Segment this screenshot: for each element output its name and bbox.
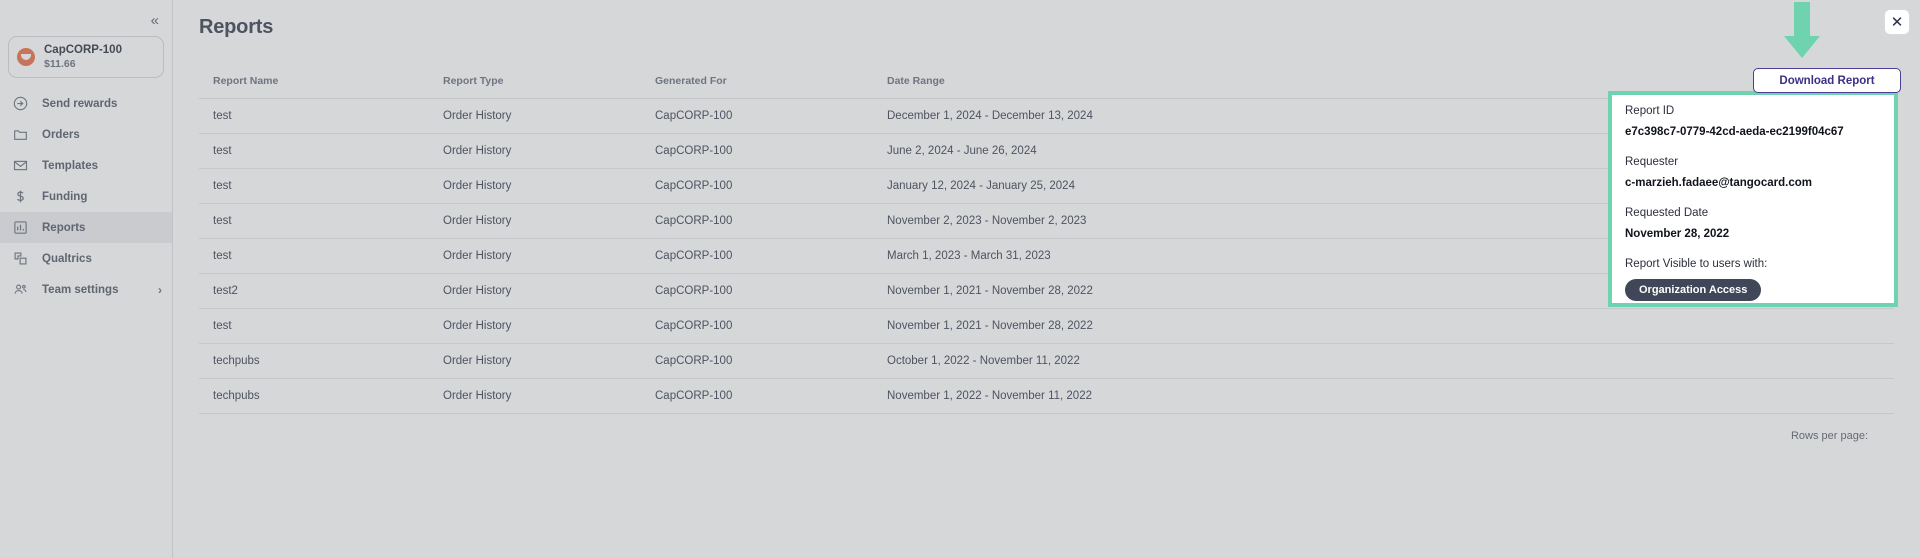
- requested-date-value: November 28, 2022: [1625, 228, 1730, 240]
- layers-icon: [12, 250, 29, 267]
- cell-report-name: test: [199, 133, 429, 169]
- page-title: Reports: [199, 16, 274, 38]
- cell-generated-for: CapCORP-100: [641, 238, 873, 274]
- visibility-group: Report Visible to users with: Organizati…: [1625, 258, 1882, 301]
- account-balance: $11.66: [44, 57, 76, 70]
- down-arrow-annotation-icon: [1780, 2, 1824, 58]
- cell-generated-for: CapCORP-100: [641, 133, 873, 169]
- close-icon[interactable]: ✕: [1884, 9, 1910, 35]
- sidebar-item-label: Send rewards: [42, 97, 118, 110]
- cell-date-range: October 1, 2022 - November 11, 2022: [873, 343, 1894, 379]
- cell-generated-for: CapCORP-100: [641, 378, 873, 414]
- requester-value: c-marzieh.fadaee@tangocard.com: [1625, 177, 1812, 189]
- cell-report-type: Order History: [429, 238, 641, 274]
- cell-generated-for: CapCORP-100: [641, 203, 873, 239]
- app-root: « CapCORP-100 $11.66 Send rewards Orders…: [0, 0, 1920, 558]
- envelope-icon: [12, 157, 29, 174]
- dollar-icon: [12, 188, 29, 205]
- column-header-report-type[interactable]: Report Type: [429, 69, 641, 99]
- account-switcher[interactable]: CapCORP-100 $11.66: [8, 36, 164, 78]
- cell-report-name: test: [199, 98, 429, 134]
- sidebar-item-team-settings[interactable]: Team settings ›: [0, 274, 172, 305]
- cell-date-range: November 1, 2021 - November 28, 2022: [873, 308, 1894, 344]
- sidebar-item-templates[interactable]: Templates: [0, 150, 172, 181]
- requested-date-group: Requested Date November 28, 2022: [1625, 207, 1882, 240]
- status-badge: Organization Access: [1625, 279, 1762, 301]
- cell-date-range: November 1, 2022 - November 11, 2022: [873, 378, 1894, 414]
- chevron-right-icon: ›: [158, 282, 162, 297]
- sidebar-item-send-rewards[interactable]: Send rewards: [0, 88, 172, 119]
- column-header-report-name[interactable]: Report Name: [199, 69, 429, 99]
- cell-generated-for: CapCORP-100: [641, 98, 873, 134]
- cell-report-name: test: [199, 238, 429, 274]
- visibility-label: Report Visible to users with:: [1625, 258, 1768, 270]
- requester-label: Requester: [1625, 156, 1679, 168]
- sidebar-item-label: Reports: [42, 221, 86, 234]
- report-id-group: Report ID e7c398c7-0779-42cd-aeda-ec2199…: [1625, 105, 1882, 138]
- report-id-value: e7c398c7-0779-42cd-aeda-ec2199f04c67: [1625, 126, 1844, 138]
- rows-per-page-label: Rows per page:: [1790, 430, 1868, 442]
- cell-report-name: techpubs: [199, 378, 429, 414]
- table-row[interactable]: test Order History CapCORP-100 November 1, …: [199, 308, 1894, 344]
- download-report-button[interactable]: Download Report: [1753, 68, 1901, 93]
- cell-report-name: test: [199, 168, 429, 204]
- account-name: CapCORP-100: [44, 44, 122, 57]
- cell-generated-for: CapCORP-100: [641, 273, 873, 309]
- report-detail-panel: Report ID e7c398c7-0779-42cd-aeda-ec2199…: [1608, 91, 1898, 307]
- cell-report-type: Order History: [429, 168, 641, 204]
- cell-generated-for: CapCORP-100: [641, 308, 873, 344]
- users-icon: [12, 281, 29, 298]
- org-avatar-icon: [17, 48, 35, 66]
- cell-report-name: test: [199, 203, 429, 239]
- bar-chart-icon: [12, 219, 29, 236]
- sidebar-item-orders[interactable]: Orders: [0, 119, 172, 150]
- cell-report-type: Order History: [429, 98, 641, 134]
- sidebar-item-label: Qualtrics: [42, 252, 92, 265]
- table-footer: Rows per page:: [199, 416, 1894, 442]
- sidebar-item-label: Team settings: [42, 283, 119, 296]
- cell-report-type: Order History: [429, 273, 641, 309]
- cell-generated-for: CapCORP-100: [641, 343, 873, 379]
- requester-group: Requester c-marzieh.fadaee@tangocard.com: [1625, 156, 1882, 189]
- cell-report-type: Order History: [429, 378, 641, 414]
- sidebar-item-label: Templates: [42, 159, 99, 172]
- cell-report-type: Order History: [429, 343, 641, 379]
- column-header-generated-for[interactable]: Generated For: [641, 69, 873, 99]
- sidebar-item-label: Funding: [42, 190, 88, 203]
- table-row[interactable]: techpubs Order History CapCORP-100 October …: [199, 343, 1894, 379]
- cell-report-name: test2: [199, 273, 429, 309]
- sidebar-item-label: Orders: [42, 128, 80, 141]
- sidebar-collapse-row: «: [0, 6, 172, 34]
- sidebar: « CapCORP-100 $11.66 Send rewards Orders…: [0, 0, 173, 558]
- account-text: CapCORP-100 $11.66: [44, 44, 122, 69]
- cell-report-name: techpubs: [199, 343, 429, 379]
- collapse-sidebar-icon[interactable]: «: [151, 13, 159, 28]
- requested-date-label: Requested Date: [1625, 207, 1709, 219]
- cell-generated-for: CapCORP-100: [641, 168, 873, 204]
- sidebar-item-qualtrics[interactable]: Qualtrics: [0, 243, 172, 274]
- report-id-label: Report ID: [1625, 105, 1675, 117]
- cell-report-type: Order History: [429, 133, 641, 169]
- sidebar-item-funding[interactable]: Funding: [0, 181, 172, 212]
- sidebar-item-reports[interactable]: Reports: [0, 212, 172, 243]
- folder-icon: [12, 126, 29, 143]
- cell-report-name: test: [199, 308, 429, 344]
- cell-report-type: Order History: [429, 308, 641, 344]
- send-icon: [12, 95, 29, 112]
- cell-report-type: Order History: [429, 203, 641, 239]
- table-row[interactable]: techpubs Order History CapCORP-100 November…: [199, 378, 1894, 414]
